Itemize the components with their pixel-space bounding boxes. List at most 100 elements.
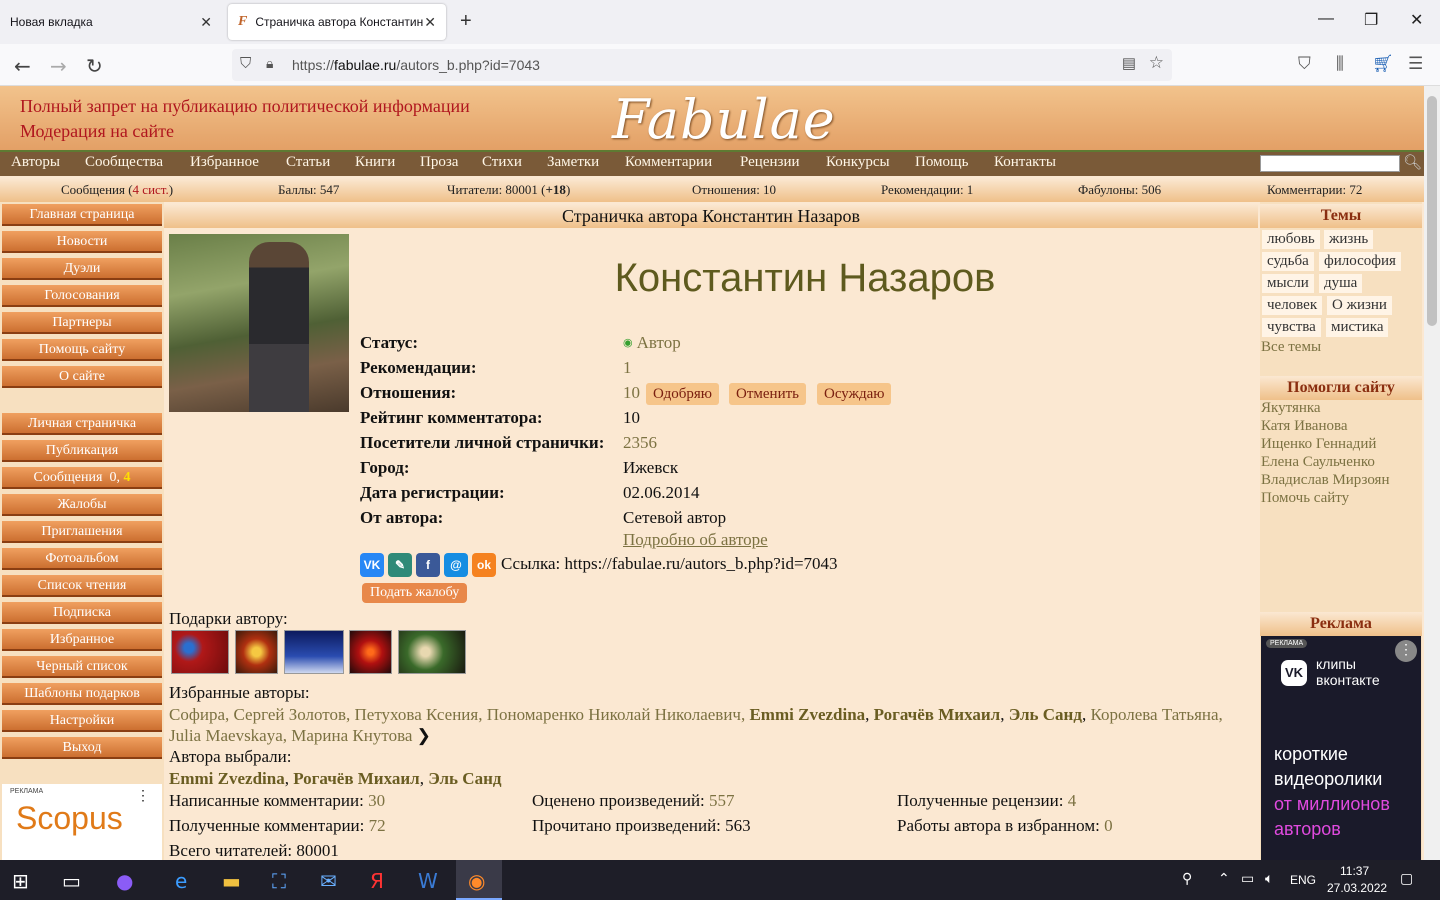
topic-tag[interactable]: любовь <box>1262 230 1320 249</box>
task-view-icon[interactable]: ▭ <box>62 869 81 893</box>
topic-tag[interactable]: чувства <box>1262 318 1321 337</box>
forward-icon[interactable]: → <box>50 54 67 78</box>
back-icon[interactable]: ← <box>14 54 31 78</box>
window-close-icon[interactable]: ✕ <box>1410 10 1423 30</box>
edge-browser-icon[interactable]: e <box>175 869 187 893</box>
stat-messages[interactable]: Сообщения (4 сист.) <box>61 182 173 198</box>
topic-tag[interactable]: человек <box>1262 296 1323 315</box>
library-icon[interactable]: ⫼ <box>1336 54 1344 74</box>
volume-icon[interactable]: 🔈︎ <box>1265 871 1273 887</box>
firefox-taskbar-active[interactable]: ◉ <box>456 860 502 900</box>
ad-banner-right[interactable]: РЕКЛАМА ⋮ VK клипы вконтакте короткие виде… <box>1261 636 1421 860</box>
restore-icon[interactable]: ❐ <box>1364 10 1378 30</box>
approve-button[interactable]: Одобряю <box>646 383 720 405</box>
facebook-share-icon[interactable]: f <box>416 553 440 577</box>
helper-link[interactable]: Владислав Мирзоян <box>1261 472 1389 489</box>
stat-in-favorites[interactable]: Работы автора в избранном: 0 <box>897 816 1113 836</box>
gift-image[interactable] <box>398 630 466 674</box>
topic-tag[interactable]: О жизни <box>1327 296 1392 315</box>
nav-duels[interactable]: Дуэли <box>2 258 162 280</box>
menu-poems[interactable]: Стихи <box>482 154 522 171</box>
topic-tag[interactable]: мысли <box>1262 274 1314 293</box>
moimir-share-icon[interactable]: @ <box>444 553 468 577</box>
nav-home[interactable]: Главная страница <box>2 204 162 226</box>
nav-news[interactable]: Новости <box>2 231 162 253</box>
helper-link[interactable]: Ищенко Геннадий <box>1261 436 1376 453</box>
clock-time[interactable]: 11:37 <box>1340 864 1369 878</box>
topic-tag[interactable]: философия <box>1319 252 1401 271</box>
stat-received-reviews[interactable]: Полученные рецензии: 4 <box>897 791 1076 811</box>
menu-communities[interactable]: Сообщества <box>85 154 163 171</box>
stat-comments[interactable]: Комментарии: 72 <box>1267 182 1362 198</box>
menu-icon[interactable]: ☰ <box>1408 54 1423 74</box>
site-logo[interactable]: Fabulae <box>612 88 836 151</box>
livejournal-share-icon[interactable]: ✎ <box>388 553 412 577</box>
word-icon[interactable]: W <box>418 869 438 893</box>
complaint-button[interactable]: Подать жалобу <box>362 583 468 603</box>
cancel-relation-button[interactable]: Отменить <box>729 383 806 405</box>
stat-fabulons[interactable]: Фабулоны: 506 <box>1078 182 1161 198</box>
scrollbar-thumb[interactable] <box>1427 96 1437 326</box>
menu-articles[interactable]: Статьи <box>286 154 330 171</box>
page-scrollbar[interactable] <box>1424 86 1440 860</box>
menu-authors[interactable]: Авторы <box>11 154 60 171</box>
notice-politics[interactable]: Полный запрет на публикацию политической… <box>20 96 470 117</box>
windows-start-icon[interactable]: ⊞ <box>12 869 29 893</box>
nav-messages[interactable]: Сообщения 0, 4 <box>2 467 162 489</box>
menu-notes[interactable]: Заметки <box>547 154 599 171</box>
nav-partners[interactable]: Партнеры <box>2 312 162 334</box>
search-icon[interactable]: 🔍︎ <box>1403 153 1422 172</box>
condemn-button[interactable]: Осуждаю <box>817 383 892 405</box>
topic-tag[interactable]: жизнь <box>1324 230 1374 249</box>
nav-complaints[interactable]: Жалобы <box>2 494 162 516</box>
nav-reading-list[interactable]: Список чтения <box>2 575 162 597</box>
menu-contacts[interactable]: Контакты <box>994 154 1056 171</box>
more-options-icon[interactable]: ⋮ <box>1395 640 1417 662</box>
nav-personal-page[interactable]: Личная страничка <box>2 413 162 435</box>
nav-invitations[interactable]: Приглашения <box>2 521 162 543</box>
network-icon[interactable]: ▭ <box>1241 871 1254 887</box>
all-topics-link[interactable]: Все темы <box>1261 339 1321 356</box>
nav-subscription[interactable]: Подписка <box>2 602 162 624</box>
helper-link[interactable]: Елена Саульченко <box>1261 454 1375 471</box>
bookmark-star-icon[interactable]: ☆ <box>1149 53 1164 73</box>
topic-tag[interactable]: мистика <box>1326 318 1389 337</box>
firefox-icon[interactable]: ◉ <box>468 869 485 893</box>
close-tab-icon[interactable]: ✕ <box>200 14 212 31</box>
cart-icon[interactable]: 🛒︎ <box>1372 54 1394 74</box>
more-about-author-link[interactable]: Подробно об авторе <box>623 530 768 550</box>
helper-link[interactable]: Якутянка <box>1261 400 1321 417</box>
nav-gift-templates[interactable]: Шаблоны подарков <box>2 683 162 705</box>
nav-photoalbum[interactable]: Фотоальбом <box>2 548 162 570</box>
menu-prose[interactable]: Проза <box>420 154 458 171</box>
url-bar[interactable]: ⛉ 🔒︎ https://fabulae.ru/autors_b.php?id=… <box>232 49 1172 81</box>
pocket-icon[interactable]: ⛉ <box>1298 54 1311 74</box>
shield-icon[interactable]: ⛉ <box>240 55 251 72</box>
ad-banner-left[interactable]: РЕКЛАМА ⋮ Scopus <box>2 784 162 860</box>
gift-image[interactable] <box>235 630 278 674</box>
reload-icon[interactable]: ↻ <box>86 54 103 78</box>
stat-readers[interactable]: Читатели: 80001 (+18) <box>447 182 570 198</box>
notifications-icon[interactable]: ▢ <box>1400 871 1413 887</box>
site-search-input[interactable] <box>1260 155 1400 172</box>
author-photo[interactable] <box>169 234 349 412</box>
help-site-link[interactable]: Помочь сайту <box>1261 490 1349 507</box>
tab-new[interactable]: Новая вкладка ✕ <box>0 4 222 40</box>
yandex-browser-icon[interactable]: Я <box>370 869 384 893</box>
value-recommendations[interactable]: 1 <box>623 358 632 378</box>
gift-image[interactable] <box>171 630 229 674</box>
topic-tag[interactable]: душа <box>1319 274 1363 293</box>
stat-received-comments[interactable]: Полученные комментарии: 72 <box>169 816 386 836</box>
stat-points[interactable]: Баллы: 547 <box>278 182 339 198</box>
gift-image[interactable] <box>284 630 344 674</box>
nav-publication[interactable]: Публикация <box>2 440 162 462</box>
menu-books[interactable]: Книги <box>355 154 395 171</box>
topic-tag[interactable]: судьба <box>1262 252 1314 271</box>
value-relations[interactable]: 10 <box>623 383 640 403</box>
people-icon[interactable]: ⚲ <box>1182 871 1192 887</box>
store-icon[interactable]: ⛶ <box>272 869 286 893</box>
gift-image[interactable] <box>349 630 392 674</box>
menu-help[interactable]: Помощь <box>915 154 968 171</box>
input-language[interactable]: ENG <box>1290 873 1316 887</box>
tab-author-page[interactable]: F Страничка автора Константин Назаров ✕ <box>228 4 446 40</box>
